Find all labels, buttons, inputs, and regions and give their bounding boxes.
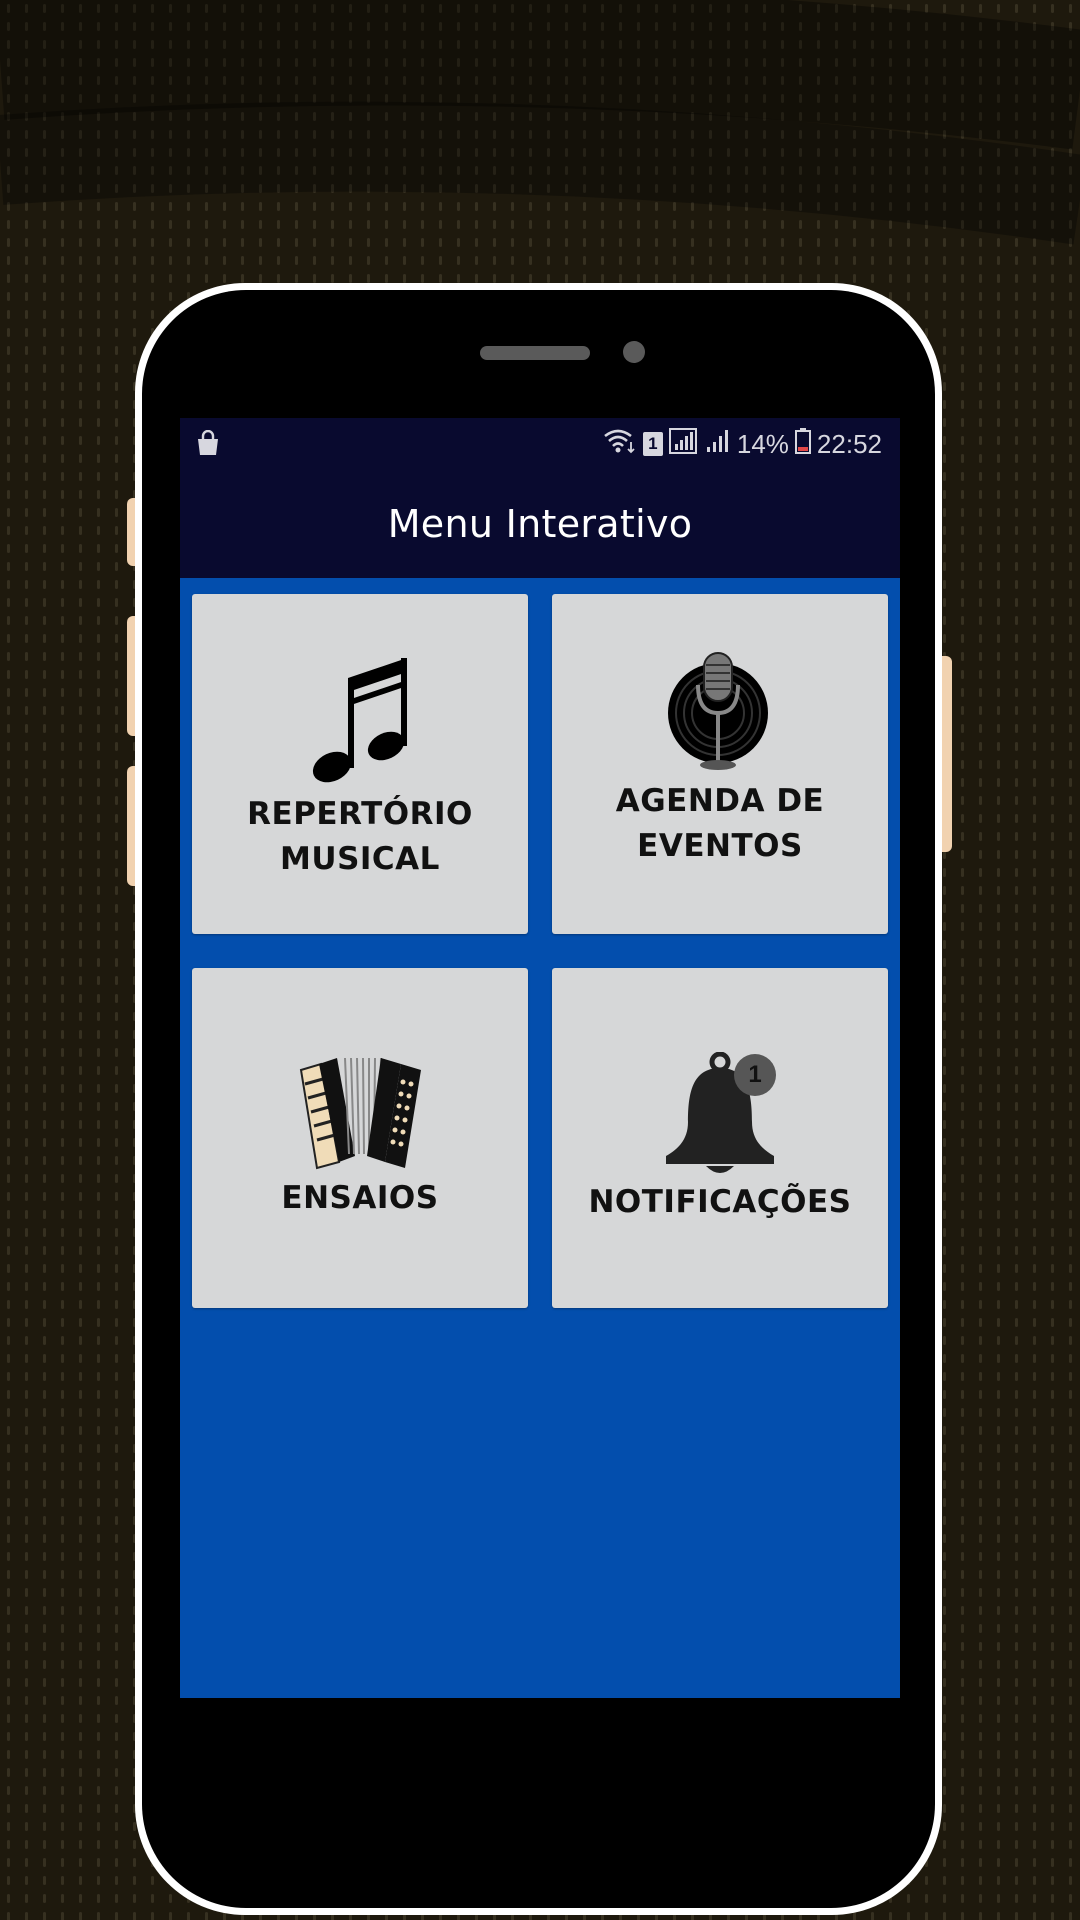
battery-percent: 14% (736, 428, 789, 459)
accordion-icon (297, 1056, 423, 1176)
music-note-icon (310, 656, 410, 792)
tile-repertorio-musical[interactable]: REPERTÓRIO MUSICAL (192, 594, 528, 934)
tile-notificacoes[interactable]: 1 NOTIFICAÇÕES (552, 968, 888, 1308)
phone-speaker (480, 346, 590, 360)
app-title: Menu Interativo (387, 502, 693, 546)
bell-icon: 1 (662, 1051, 778, 1180)
wifi-icon (603, 428, 637, 461)
tile-ensaios[interactable]: ENSAIOS (192, 968, 528, 1308)
tile-label: AGENDA DE EVENTOS (615, 783, 825, 864)
tile-label: REPERTÓRIO MUSICAL (247, 796, 473, 877)
sim-icon: 1 (642, 432, 663, 456)
status-bar: 1 14% 22:52 (180, 418, 900, 470)
signal-icon (668, 427, 699, 461)
clock: 22:52 (816, 428, 882, 459)
tile-agenda-eventos[interactable]: AGENDA DE EVENTOS (552, 594, 888, 934)
tile-label: ENSAIOS (281, 1179, 439, 1216)
front-camera (623, 341, 645, 363)
battery-icon (794, 427, 811, 461)
tile-label: NOTIFICAÇÕES (588, 1183, 852, 1220)
app-bar: Menu Interativo (180, 470, 900, 578)
notification-badge: 1 (734, 1053, 776, 1096)
phone-screen: 1 14% 22:52 Menu Interativo REPERTÓRIO M… (180, 418, 900, 1698)
signal-weak-icon (705, 428, 731, 461)
shopping-bag-icon (196, 429, 222, 458)
microphone-vinyl-icon (666, 651, 774, 779)
